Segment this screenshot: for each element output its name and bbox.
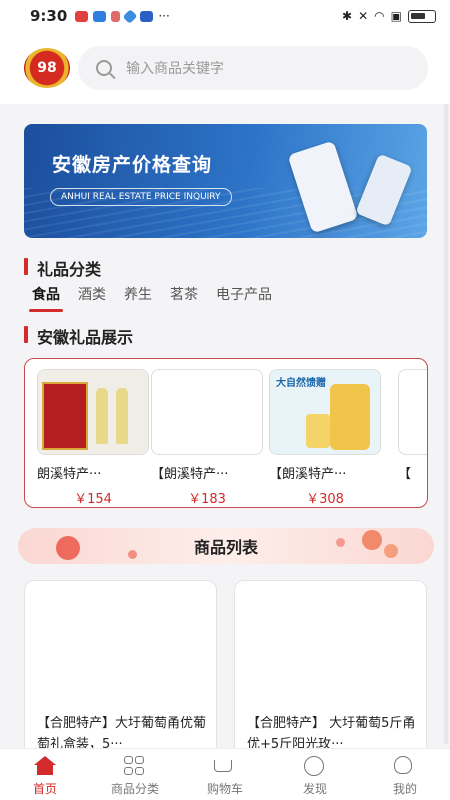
- search-placeholder: 输入商品关键字: [126, 61, 224, 77]
- search-input[interactable]: 输入商品关键字: [78, 46, 428, 90]
- product-list-header: 商品列表: [18, 528, 434, 564]
- tabbar-home[interactable]: 首页: [0, 749, 90, 800]
- battery-icon: [408, 9, 436, 23]
- category-tabs: 食品 酒类 养生 茗茶 电子产品: [29, 284, 272, 312]
- showcase-item[interactable]: 大自然馈赠 【朗溪特产··· ￥308: [269, 369, 381, 507]
- status-time: 9:30: [30, 7, 68, 25]
- tabbar-label: 商品分类: [110, 782, 159, 796]
- small-bottle: [306, 414, 330, 448]
- scrollbar[interactable]: [444, 104, 448, 744]
- notification-app-icon: [111, 10, 121, 22]
- tab-liquor[interactable]: 酒类: [78, 284, 106, 312]
- app-logo[interactable]: 98: [24, 48, 70, 88]
- showcase-item-price: ￥183: [188, 492, 226, 507]
- notification-app-icon: [140, 10, 154, 22]
- grid-icon: [124, 756, 146, 776]
- oil-jug: [330, 384, 370, 450]
- bottom-tab-bar: 首页 商品分类 购物车 发现 我的: [0, 748, 450, 800]
- showcase-item-name: 【朗溪特产···: [151, 467, 229, 482]
- product-image: [151, 369, 263, 455]
- showcase-item-name: 朗溪特产···: [37, 467, 102, 482]
- notification-icons: ···: [75, 8, 170, 24]
- product-list-title: 商品列表: [193, 538, 258, 557]
- decor-dot: [362, 530, 382, 550]
- header: 98 输入商品关键字: [0, 32, 450, 104]
- tab-food[interactable]: 食品: [29, 284, 63, 312]
- tab-tea[interactable]: 茗茶: [170, 284, 198, 312]
- decor-dot: [56, 536, 80, 560]
- tabbar-cart[interactable]: 购物车: [180, 749, 270, 800]
- decor-dot: [384, 544, 398, 558]
- decor-dot: [128, 550, 137, 559]
- status-bar: 9:30 ··· ✱ ✕ ◠ ▣: [0, 0, 450, 32]
- mute-icon: ✕: [358, 9, 369, 23]
- showcase-item[interactable]: 朗溪特产··· ￥154: [37, 369, 149, 507]
- promo-banner[interactable]: 安徽房产价格查询 ANHUI REAL ESTATE PRICE INQUIRY: [24, 124, 427, 238]
- notification-app-icon: [122, 8, 138, 24]
- section-title-showcase: 安徽礼品展示: [24, 324, 133, 348]
- bluetooth-icon: ✱: [342, 9, 353, 23]
- showcase-item-price: ￥154: [74, 492, 112, 507]
- sim-icon: ▣: [390, 9, 402, 23]
- wifi-icon: ◠: [374, 9, 385, 23]
- tabbar-label: 我的: [392, 782, 417, 796]
- gift-showcase[interactable]: 朗溪特产··· ￥154 【朗溪特产··· ￥183 大自然馈赠 【朗溪特产··…: [24, 358, 428, 508]
- showcase-item[interactable]: 【朗溪特产··· ￥183: [151, 369, 263, 507]
- bottle: [116, 388, 128, 444]
- oil-product-image: 大自然馈赠: [270, 370, 380, 454]
- showcase-item-name: 【: [398, 467, 412, 482]
- product-image: 大自然馈赠: [269, 369, 381, 455]
- user-icon: [394, 756, 416, 776]
- notification-app-icon: [93, 10, 107, 22]
- more-notifications-icon: ···: [158, 9, 170, 23]
- banner-subtitle: ANHUI REAL ESTATE PRICE INQUIRY: [50, 188, 232, 206]
- logo-text: 98: [37, 60, 57, 76]
- product-image: [37, 369, 149, 455]
- home-icon: [34, 756, 56, 776]
- tabbar-label: 购物车: [206, 782, 243, 796]
- tabbar-me[interactable]: 我的: [360, 749, 450, 800]
- product-card[interactable]: 【合肥特产】 大圩葡萄5斤甬优+5斤阳光玫···: [234, 580, 427, 770]
- system-status: ✱ ✕ ◠ ▣: [342, 9, 436, 23]
- liquor-gift-image: [38, 370, 148, 454]
- showcase-item[interactable]: 【: [398, 369, 427, 488]
- bottle: [96, 388, 108, 444]
- decor-dot: [336, 538, 345, 547]
- tab-electronics[interactable]: 电子产品: [216, 284, 272, 312]
- tabbar-label: 发现: [302, 782, 327, 796]
- cart-icon: [214, 756, 236, 776]
- banner-title: 安徽房产价格查询: [52, 154, 213, 176]
- product-card[interactable]: 【合肥特产】大圩葡萄甬优葡萄礼盒装，5···: [24, 580, 217, 770]
- showcase-item-name: 【朗溪特产···: [269, 467, 347, 482]
- gift-box: [42, 382, 88, 450]
- tab-health[interactable]: 养生: [124, 284, 152, 312]
- section-title-categories: 礼品分类: [24, 256, 101, 280]
- notification-app-icon: [75, 10, 89, 22]
- tabbar-categories[interactable]: 商品分类: [90, 749, 180, 800]
- search-icon: [96, 60, 112, 76]
- discover-icon: [304, 756, 326, 776]
- tabbar-label: 首页: [32, 782, 57, 796]
- tabbar-discover[interactable]: 发现: [270, 749, 360, 800]
- oil-label: 大自然馈赠: [276, 378, 326, 389]
- product-image: [398, 369, 427, 455]
- showcase-item-price: ￥308: [306, 492, 344, 507]
